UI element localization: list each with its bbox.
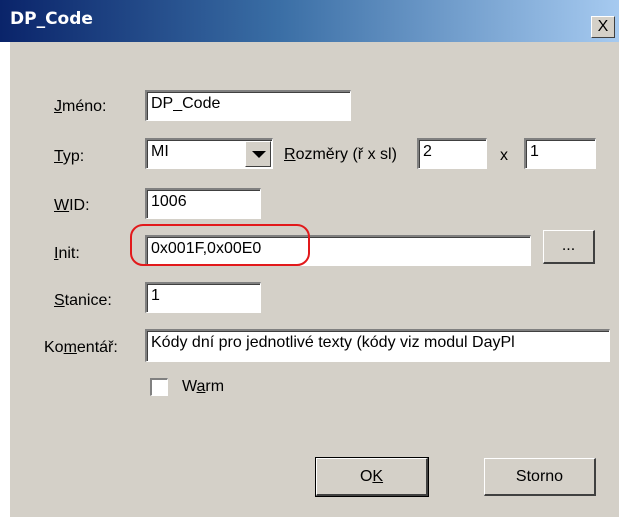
warm-checkbox[interactable] xyxy=(150,378,168,396)
dialog-client-area: Jméno: DP_Code Typ: MI Rozměry (ř x sl) … xyxy=(10,42,619,517)
rozmery-x-label: x xyxy=(500,147,508,164)
ok-button[interactable]: OK xyxy=(315,457,429,497)
init-label: Init: xyxy=(54,245,80,262)
wid-label: WID: xyxy=(54,197,90,214)
rozmery-cols-input[interactable]: 1 xyxy=(524,138,596,169)
close-button[interactable]: X xyxy=(591,16,615,38)
storno-button[interactable]: Storno xyxy=(484,458,596,496)
rozmery-rows-input[interactable]: 2 xyxy=(417,138,487,169)
jmeno-input[interactable]: DP_Code xyxy=(145,90,351,121)
komentar-label: Komentář: xyxy=(44,339,118,356)
stanice-input[interactable]: 1 xyxy=(145,282,261,313)
window-title: DP_Code xyxy=(10,9,93,29)
rozmery-label: Rozměry (ř x sl) xyxy=(284,146,397,163)
title-bar: DP_Code xyxy=(0,0,619,42)
browse-button[interactable]: ... xyxy=(543,230,595,264)
typ-label: Typ: xyxy=(54,148,85,165)
wid-input[interactable]: 1006 xyxy=(145,188,261,219)
warm-label[interactable]: Warm xyxy=(182,378,224,396)
chevron-down-icon[interactable] xyxy=(245,141,271,167)
close-icon: X xyxy=(597,18,609,35)
typ-select[interactable]: MI xyxy=(145,138,273,169)
jmeno-label: Jméno: xyxy=(54,98,107,115)
init-input[interactable]: 0x001F,0x00E0 xyxy=(145,235,531,266)
typ-select-value: MI xyxy=(151,143,169,160)
komentar-input[interactable]: Kódy dní pro jednotlivé texty (kódy viz … xyxy=(145,329,610,362)
stanice-label: Stanice: xyxy=(54,292,112,309)
